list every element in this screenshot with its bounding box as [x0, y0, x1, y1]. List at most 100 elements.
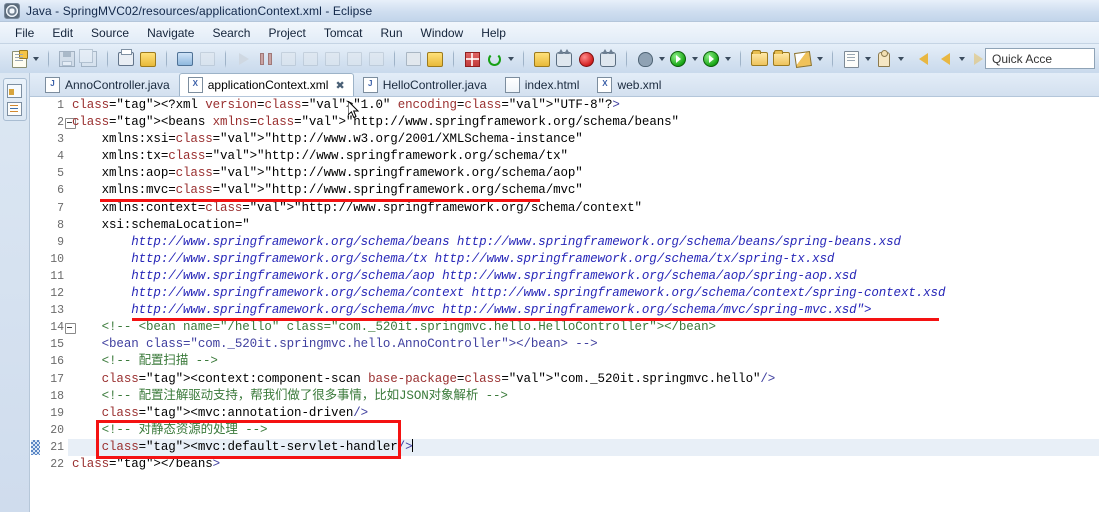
- step-over-button[interactable]: [344, 49, 364, 69]
- arrow-left-yellow-icon: [918, 53, 928, 65]
- code-line[interactable]: http://www.springframework.org/schema/co…: [68, 285, 1099, 302]
- menu-source[interactable]: Source: [82, 24, 138, 42]
- tab-applicationcontext-xml[interactable]: X applicationContext.xml ✖: [178, 73, 354, 96]
- skip-breakpoints-button[interactable]: [197, 49, 217, 69]
- debug-control-group: [230, 49, 390, 69]
- step-return-button[interactable]: [366, 49, 386, 69]
- refresh-dropdown[interactable]: [505, 49, 516, 69]
- server-icon: [405, 52, 421, 66]
- tomcat-stop-button[interactable]: [554, 48, 574, 69]
- code-line[interactable]: class="tag"><mvc:annotation-driven/>: [68, 405, 1099, 422]
- menu-project[interactable]: Project: [259, 24, 314, 42]
- new-wizard-dropdown[interactable]: [30, 49, 41, 69]
- external-tools-dropdown[interactable]: [722, 49, 733, 69]
- tomcat-kill-button[interactable]: [576, 49, 596, 69]
- tab-hellocontroller-java[interactable]: J HelloController.java: [354, 73, 496, 96]
- server-group: [399, 49, 449, 69]
- task-dropdown[interactable]: [895, 49, 906, 69]
- task-button[interactable]: [874, 49, 894, 69]
- code-line[interactable]: class="tag"><mvc:default-servlet-handler…: [68, 438, 1099, 456]
- save-all-button[interactable]: [79, 49, 99, 69]
- validate-button[interactable]: [138, 49, 158, 69]
- code-line[interactable]: http://www.springframework.org/schema/tx…: [68, 251, 1099, 268]
- tab-annocontroller-java[interactable]: J AnnoController.java: [36, 73, 179, 96]
- open-resource-button[interactable]: [771, 49, 791, 69]
- code-line[interactable]: class="tag"><beans xmlns=class="val">"ht…: [68, 114, 1099, 131]
- code-line[interactable]: http://www.springframework.org/schema/ao…: [68, 268, 1099, 285]
- back-arrow-icon: [940, 53, 950, 65]
- run-dropdown[interactable]: [689, 49, 700, 69]
- console-group: [171, 49, 221, 69]
- start-tomcat-button[interactable]: [462, 49, 482, 69]
- html-file-icon: [504, 77, 520, 93]
- code-line[interactable]: http://www.springframework.org/schema/be…: [68, 234, 1099, 251]
- close-icon[interactable]: ✖: [335, 79, 344, 92]
- open-type-button[interactable]: [749, 49, 769, 69]
- menu-navigate[interactable]: Navigate: [138, 24, 203, 42]
- code-line[interactable]: xmlns:tx=class="val">"http://www.springf…: [68, 148, 1099, 165]
- outline-view-button[interactable]: [6, 100, 24, 117]
- debug-dropdown[interactable]: [656, 49, 667, 69]
- tab-web-xml[interactable]: X web.xml: [588, 73, 670, 96]
- code-line[interactable]: <!-- 配置扫描 -->: [68, 353, 1099, 370]
- run-external-tools-button[interactable]: [701, 49, 721, 69]
- code-line[interactable]: xmlns:aop=class="val">"http://www.spring…: [68, 165, 1099, 182]
- new-wizard-button[interactable]: [9, 49, 29, 69]
- code-line[interactable]: class="tag"><context:component-scan base…: [68, 371, 1099, 388]
- menu-window[interactable]: Window: [412, 24, 473, 42]
- code-line[interactable]: <bean class="com._520it.springmvc.hello.…: [68, 336, 1099, 353]
- disconnect-button[interactable]: [300, 49, 320, 69]
- code-line[interactable]: xmlns:xsi=class="val">"http://www.w3.org…: [68, 131, 1099, 148]
- code-line[interactable]: <!-- 配置注解驱动支持，帮我们做了很多事情，比如JSON对象解析 -->: [68, 388, 1099, 405]
- open-console-button[interactable]: [175, 49, 195, 69]
- code-line[interactable]: xmlns:context=class="val">"http://www.sp…: [68, 200, 1099, 217]
- search-group: [837, 49, 909, 69]
- save-all-icon: [79, 49, 97, 67]
- new-java-class-button[interactable]: [793, 49, 813, 69]
- code-line[interactable]: class="tag"><?xml version=class="val">"1…: [68, 97, 1099, 114]
- suspend-button[interactable]: [256, 49, 276, 69]
- tab-label: web.xml: [617, 78, 662, 92]
- tomcat-config-button[interactable]: [532, 49, 552, 69]
- search-dropdown[interactable]: [862, 49, 873, 69]
- publish-button[interactable]: [425, 49, 445, 69]
- restore-perspective-button[interactable]: [6, 82, 24, 99]
- menu-search[interactable]: Search: [203, 24, 259, 42]
- code-editor[interactable]: 1 2 3 4 5 6 7 8 9 10 11 12 13 14 15 16 17 18 19 20 21 22 clas…: [30, 97, 1099, 512]
- tomcat-restart-button[interactable]: [598, 48, 618, 69]
- search-button[interactable]: [841, 49, 861, 69]
- tab-index-html[interactable]: index.html: [496, 73, 589, 96]
- print-button[interactable]: [116, 49, 136, 69]
- quick-access-input[interactable]: Quick Acce: [985, 48, 1095, 69]
- menu-tomcat[interactable]: Tomcat: [315, 24, 372, 42]
- toolbar-separator: [523, 50, 524, 68]
- previous-edit-button[interactable]: [913, 49, 933, 69]
- new-java-class-dropdown[interactable]: [814, 49, 825, 69]
- line-number-gutter: 1 2 3 4 5 6 7 8 9 10 11 12 13 14 15 16 17 18 19 20 21 22: [30, 97, 76, 512]
- code-line[interactable]: xsi:schemaLocation=": [68, 217, 1099, 234]
- run-debug-group: [631, 49, 736, 69]
- save-button[interactable]: [57, 49, 77, 69]
- terminate-button[interactable]: [278, 49, 298, 69]
- step-into-button[interactable]: [322, 49, 342, 69]
- code-line[interactable]: <!-- <bean name="/hello" class="com._520…: [68, 319, 1099, 336]
- menu-file[interactable]: File: [6, 24, 43, 42]
- forward-arrow-icon: [973, 53, 983, 65]
- run-button[interactable]: [668, 49, 688, 69]
- code-line[interactable]: class="tag"></beans>: [68, 456, 1099, 473]
- debug-button[interactable]: [635, 49, 655, 69]
- code-line[interactable]: <!-- 对静态资源的处理 -->: [68, 422, 1099, 439]
- code-line[interactable]: xmlns:mvc=class="val">"http://www.spring…: [68, 182, 1099, 199]
- line-number: 2: [30, 114, 76, 131]
- menu-help[interactable]: Help: [472, 24, 515, 42]
- print-group: [112, 49, 162, 69]
- menu-edit[interactable]: Edit: [43, 24, 82, 42]
- resume-button[interactable]: [234, 49, 254, 69]
- refresh-button[interactable]: [484, 49, 504, 69]
- new-server-button[interactable]: [403, 49, 423, 69]
- code-line[interactable]: http://www.springframework.org/schema/mv…: [68, 302, 1099, 319]
- menu-run[interactable]: Run: [372, 24, 412, 42]
- code-lines[interactable]: class="tag"><?xml version=class="val">"1…: [68, 97, 1099, 512]
- back-button[interactable]: [935, 49, 955, 69]
- back-dropdown[interactable]: [956, 49, 967, 69]
